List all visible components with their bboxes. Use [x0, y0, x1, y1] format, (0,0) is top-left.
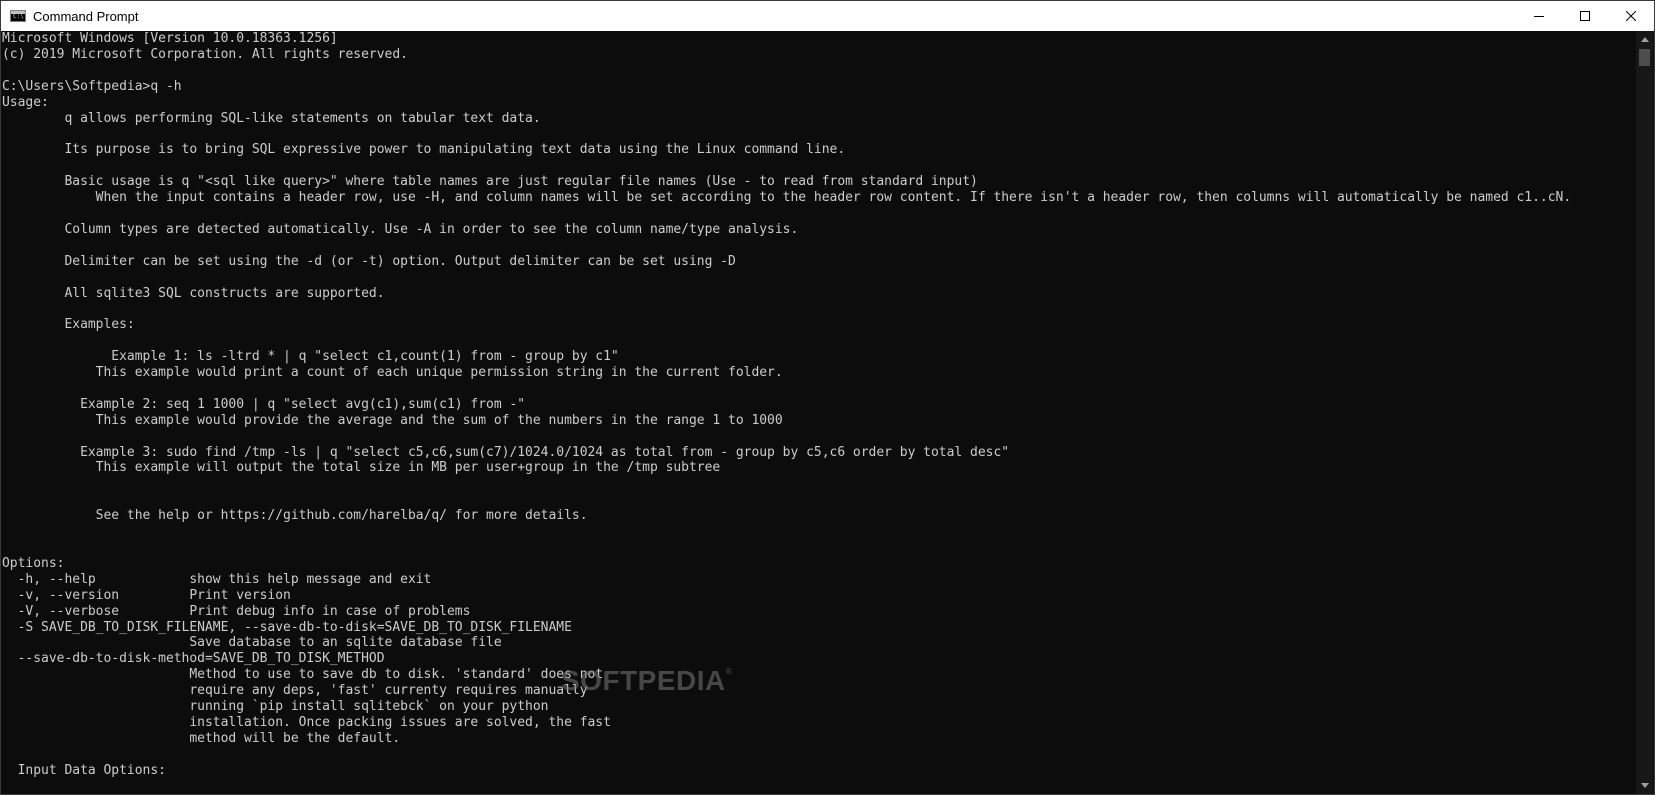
- console-line: --save-db-to-disk-method=SAVE_DB_TO_DISK…: [2, 651, 385, 667]
- console-line: Usage:: [2, 94, 49, 110]
- console-line: Method to use to save db to disk. 'stand…: [2, 667, 604, 683]
- close-icon: [1626, 11, 1636, 21]
- console-line: q allows performing SQL-like statements …: [2, 110, 541, 126]
- console-line: When the input contains a header row, us…: [2, 190, 1572, 206]
- console-line: This example would print a count of each…: [2, 365, 783, 381]
- console-output[interactable]: Microsoft Windows [Version 10.0.18363.12…: [1, 31, 1637, 794]
- scroll-down-button[interactable]: [1636, 777, 1653, 794]
- title-bar[interactable]: C:\ Command Prompt: [1, 1, 1654, 31]
- console-text: Microsoft Windows [Version 10.0.18363.12…: [2, 31, 1637, 779]
- console-line: installation. Once packing issues are so…: [2, 714, 611, 730]
- scroll-thumb[interactable]: [1639, 49, 1650, 66]
- console-line: Save database to an sqlite database file: [2, 635, 502, 651]
- console-line: See the help or https://github.com/harel…: [2, 508, 588, 524]
- close-button[interactable]: [1608, 1, 1654, 31]
- scroll-up-button[interactable]: [1636, 31, 1653, 48]
- console-line: Input Data Options:: [2, 762, 166, 778]
- console-line: -v, --version Print version: [2, 587, 291, 603]
- maximize-button[interactable]: [1562, 1, 1608, 31]
- command-prompt-window: C:\ Command Prompt Microsoft Windows [Ve…: [0, 0, 1655, 795]
- console-line: Example 3: sudo find /tmp -ls | q "selec…: [2, 444, 1010, 460]
- console-line: -V, --verbose Print debug info in case o…: [2, 603, 471, 619]
- console-line: Basic usage is q "<sql like query>" wher…: [2, 174, 978, 190]
- vertical-scrollbar[interactable]: [1636, 31, 1653, 794]
- console-line: C:\Users\Softpedia>q -h: [2, 78, 182, 94]
- console-line: require any deps, 'fast' currenty requir…: [2, 683, 588, 699]
- console-line: Example 2: seq 1 1000 | q "select avg(c1…: [2, 396, 526, 412]
- console-line: This example will output the total size …: [2, 460, 721, 476]
- console-line: Column types are detected automatically.…: [2, 221, 799, 237]
- console-line: -h, --help show this help message and ex…: [2, 571, 432, 587]
- console-line: Examples:: [2, 317, 135, 333]
- console-line: running `pip install sqlitebck` on your …: [2, 699, 549, 715]
- console-line: Options:: [2, 555, 65, 571]
- console-line: Delimiter can be set using the -d (or -t…: [2, 253, 736, 269]
- console-line: This example would provide the average a…: [2, 412, 783, 428]
- console-line: Example 1: ls -ltrd * | q "select c1,cou…: [2, 349, 619, 365]
- app-icon-glyph: C:\: [13, 13, 24, 20]
- window-title: Command Prompt: [33, 8, 139, 24]
- scroll-up-arrow-icon: [1640, 37, 1649, 42]
- console-app-icon[interactable]: C:\: [10, 10, 26, 22]
- console-line: (c) 2019 Microsoft Corporation. All righ…: [2, 46, 408, 62]
- maximize-icon: [1580, 11, 1590, 21]
- console-line: method will be the default.: [2, 730, 401, 746]
- minimize-icon: [1534, 16, 1544, 17]
- console-line: All sqlite3 SQL constructs are supported…: [2, 285, 385, 301]
- minimize-button[interactable]: [1516, 1, 1562, 31]
- console-line: Its purpose is to bring SQL expressive p…: [2, 142, 846, 158]
- scroll-down-arrow-icon: [1640, 783, 1649, 788]
- console-line: Microsoft Windows [Version 10.0.18363.12…: [2, 31, 338, 46]
- console-line: -S SAVE_DB_TO_DISK_FILENAME, --save-db-t…: [2, 619, 572, 635]
